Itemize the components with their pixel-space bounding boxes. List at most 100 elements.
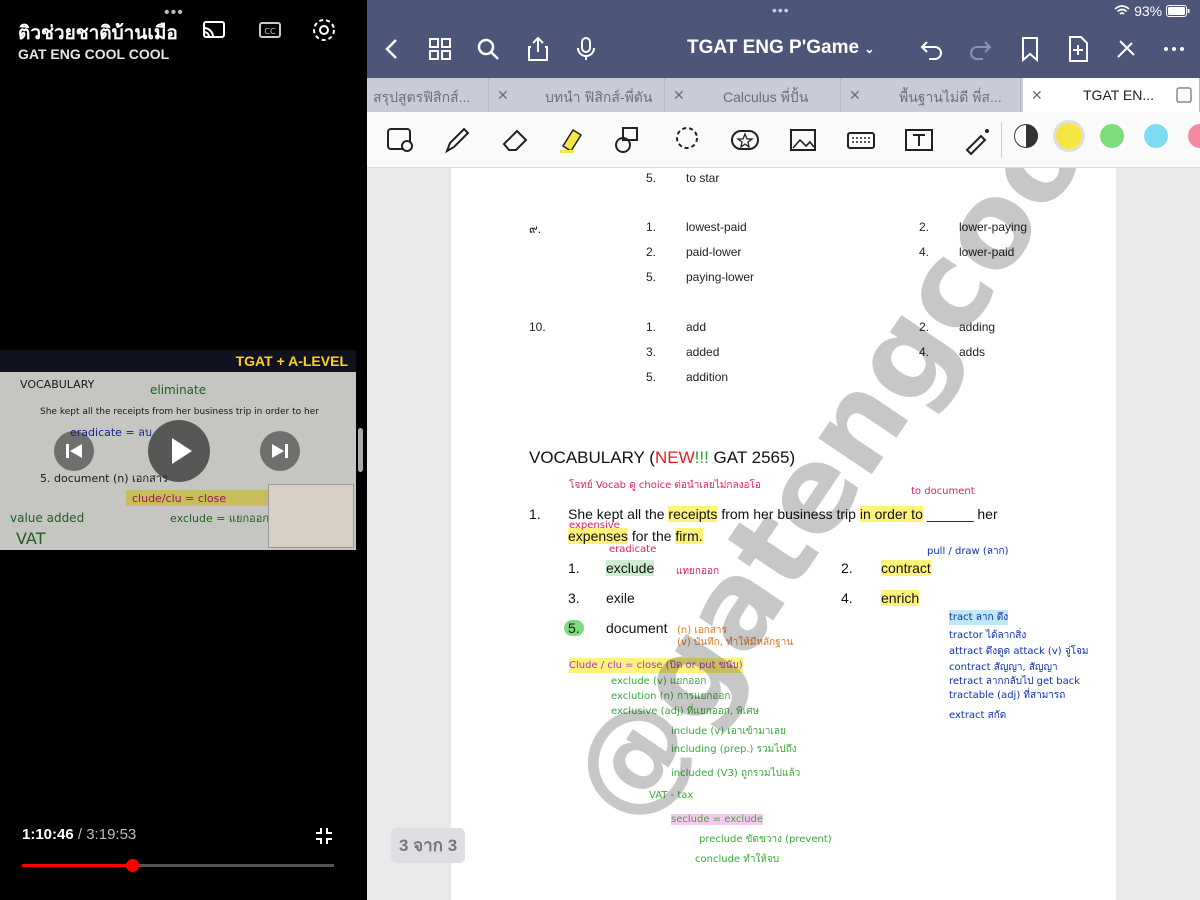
row-num: 5. bbox=[646, 171, 657, 185]
note: attract ดึงดูด attack (v) จู่โจม bbox=[949, 646, 1089, 657]
row-num: 3. bbox=[646, 345, 657, 359]
choice-number-correct: 5. bbox=[564, 620, 584, 636]
row-text: paying-lower bbox=[686, 270, 755, 284]
row-num: 1. bbox=[646, 220, 657, 234]
bookmark-icon[interactable] bbox=[1015, 34, 1045, 64]
shapes-icon[interactable] bbox=[613, 124, 645, 156]
row-text: lowest-paid bbox=[686, 220, 747, 234]
lasso-icon[interactable] bbox=[671, 124, 703, 156]
tab-3[interactable]: ✕ Calculus พี่ปั้น bbox=[665, 78, 841, 112]
highlighter-icon[interactable] bbox=[555, 124, 587, 156]
pen-icon[interactable] bbox=[441, 124, 473, 156]
play-button[interactable] bbox=[148, 420, 210, 482]
microphone-icon[interactable] bbox=[571, 34, 601, 64]
color-cyan[interactable] bbox=[1144, 124, 1168, 148]
cc-icon[interactable]: CC bbox=[256, 16, 284, 44]
choice-word: enrich bbox=[881, 590, 920, 606]
color-yellow-selected[interactable] bbox=[1053, 120, 1085, 152]
chevron-down-icon: ⌄ bbox=[864, 42, 875, 56]
time-separator: / bbox=[73, 826, 87, 843]
progress-fill bbox=[22, 864, 133, 867]
tab-2[interactable]: ✕ บทนำ ฟิสิกส์-พี่ตัน bbox=[489, 78, 665, 112]
previous-icon bbox=[66, 444, 82, 458]
pen-off-icon[interactable] bbox=[1111, 34, 1141, 64]
close-icon[interactable]: ✕ bbox=[849, 87, 861, 104]
tab-icon bbox=[1176, 87, 1192, 103]
video-banner: TGAT + A-LEVEL bbox=[0, 350, 356, 372]
svg-text:CC: CC bbox=[264, 27, 276, 36]
share-icon[interactable] bbox=[523, 34, 553, 64]
row-text: add bbox=[686, 320, 707, 334]
text-box-icon[interactable] bbox=[903, 124, 935, 156]
tab-1[interactable]: สรุปสูตรฟิสิกส์... bbox=[367, 78, 489, 112]
previous-button[interactable] bbox=[54, 431, 94, 471]
row-text: to star bbox=[686, 171, 720, 185]
note: tract ลาก ดึง bbox=[949, 610, 1009, 625]
time-display: 1:10:46 / 3:19:53 bbox=[22, 826, 136, 843]
choice-number: 4. bbox=[841, 590, 853, 606]
tab-5-active[interactable]: ✕ TGAT EN... bbox=[1023, 78, 1200, 112]
row-num: 5. bbox=[646, 370, 657, 384]
document-title[interactable]: TGAT ENG P'Game ⌄ bbox=[687, 37, 874, 59]
toolbar-divider bbox=[1001, 122, 1002, 158]
next-button[interactable] bbox=[260, 431, 300, 471]
channel-name: GAT ENG COOL COOL bbox=[18, 46, 170, 62]
play-icon bbox=[172, 438, 192, 464]
redo-icon[interactable] bbox=[965, 34, 995, 64]
close-icon[interactable]: ✕ bbox=[673, 87, 685, 104]
tab-bar: สรุปสูตรฟิสิกส์... ✕ บทนำ ฟิสิกส์-พี่ตัน … bbox=[367, 78, 1200, 112]
color-green[interactable] bbox=[1100, 124, 1124, 148]
wifi-icon bbox=[1114, 5, 1130, 15]
close-icon[interactable]: ✕ bbox=[497, 87, 509, 104]
note: retract ลากกลับไป get back bbox=[949, 676, 1081, 687]
cast-icon[interactable] bbox=[200, 16, 228, 44]
goodnotes-panel: ••• 93% TGAT ENG P'Game ⌄ สรุปสูตรฟิสิกส… bbox=[367, 0, 1200, 900]
time-total: 3:19:53 bbox=[86, 826, 137, 843]
page-indicator[interactable]: 3 จาก 3 bbox=[391, 828, 466, 863]
multitask-dots-right[interactable]: ••• bbox=[772, 2, 790, 18]
eraser-icon[interactable] bbox=[499, 124, 531, 156]
tab-4[interactable]: ✕ พื้นฐานไม่ดี พี่ส... bbox=[841, 78, 1021, 112]
undo-icon[interactable] bbox=[917, 34, 947, 64]
youtube-panel: ••• ติวช่วยชาติบ้านเมือ GAT ENG COOL COO… bbox=[0, 0, 367, 900]
back-icon[interactable] bbox=[377, 34, 407, 64]
note: tractable (adj) ที่สามารถ bbox=[949, 690, 1066, 701]
choice-number: 1. bbox=[568, 560, 580, 576]
split-view-handle[interactable] bbox=[358, 428, 363, 472]
progress-bar[interactable] bbox=[22, 859, 334, 872]
page[interactable]: 5. to star ๙. 1. lowest-paid 2. lower-pa… bbox=[451, 168, 1116, 900]
choice-word: exile bbox=[606, 590, 635, 606]
question-1-number: 1. bbox=[529, 506, 541, 522]
time-current: 1:10:46 bbox=[22, 826, 74, 843]
choice-word: exclude bbox=[606, 560, 655, 576]
sticker-icon[interactable] bbox=[729, 124, 761, 156]
row-num: 2. bbox=[646, 245, 657, 259]
color-black[interactable] bbox=[1014, 124, 1038, 148]
add-page-icon[interactable] bbox=[1063, 34, 1093, 64]
note: pull / draw (ลาก) bbox=[927, 546, 1009, 557]
settings-icon[interactable] bbox=[310, 16, 338, 44]
row-text: added bbox=[686, 345, 720, 359]
close-icon[interactable]: ✕ bbox=[1031, 87, 1043, 104]
note: preclude ขัดขวาง (prevent) bbox=[699, 834, 832, 845]
row-text: addition bbox=[686, 370, 729, 384]
fullscreen-exit-icon[interactable] bbox=[314, 826, 334, 846]
progress-knob[interactable] bbox=[126, 859, 140, 872]
note: extract สกัด bbox=[949, 710, 1007, 721]
next-icon bbox=[272, 444, 288, 458]
note: tractor ได้ลากสิ่ง bbox=[949, 630, 1027, 641]
battery-icon bbox=[1166, 5, 1190, 17]
status-bar: ••• 93% bbox=[367, 0, 1200, 22]
more-icon[interactable] bbox=[1159, 34, 1189, 64]
video-title: ติวช่วยชาติบ้านเมือ bbox=[18, 23, 178, 44]
search-icon[interactable] bbox=[473, 34, 503, 64]
note: contract สัญญา, สัญญา bbox=[949, 662, 1058, 673]
laser-pointer-icon[interactable] bbox=[961, 124, 993, 156]
grid-icon[interactable] bbox=[425, 34, 455, 64]
keyboard-icon[interactable] bbox=[845, 124, 877, 156]
document-canvas[interactable]: 5. to star ๙. 1. lowest-paid 2. lower-pa… bbox=[367, 168, 1200, 900]
note: to document bbox=[911, 486, 975, 497]
choice-number: 3. bbox=[568, 590, 580, 606]
image-icon[interactable] bbox=[787, 124, 819, 156]
zoom-window-icon[interactable] bbox=[385, 124, 417, 156]
